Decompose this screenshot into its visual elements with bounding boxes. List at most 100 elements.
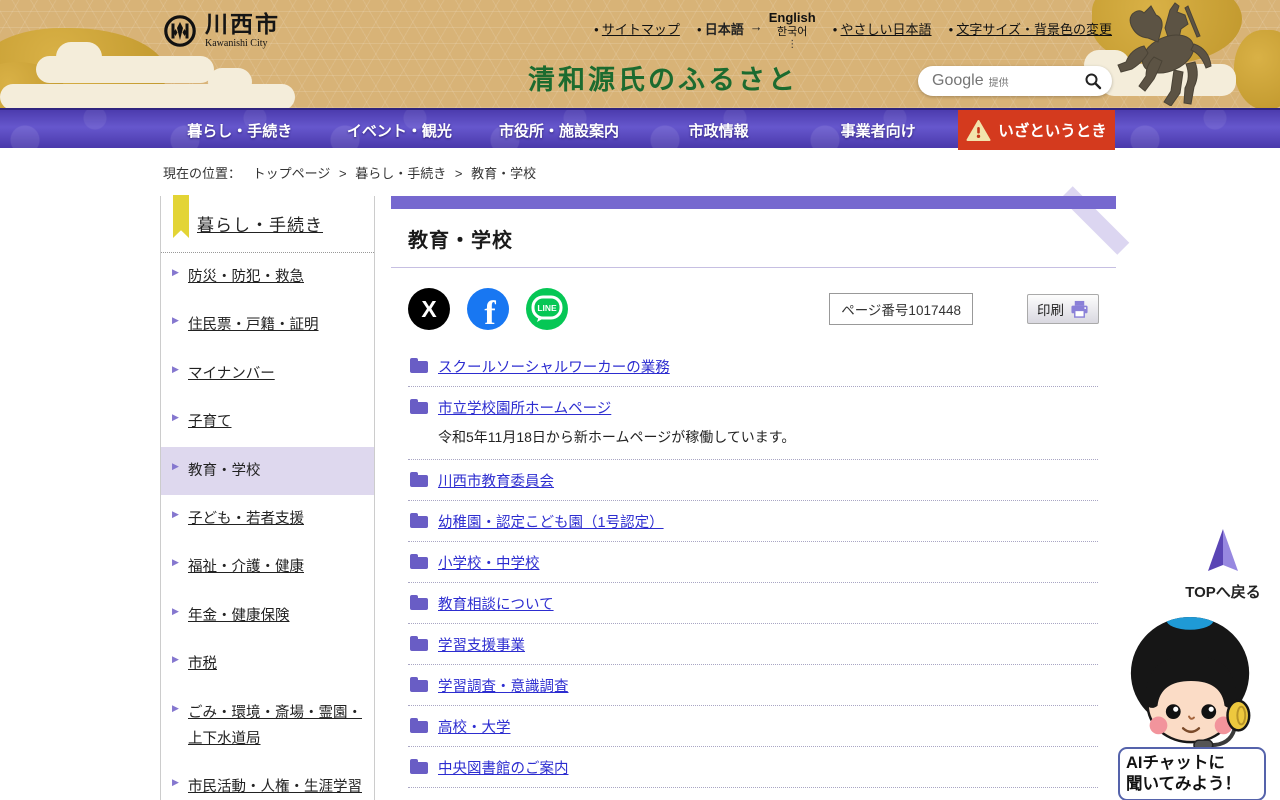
bullet-icon: ● [948,25,954,34]
gold-cloud-decoration [1234,30,1280,108]
breadcrumb-current: 教育・学校 [471,166,537,181]
facebook-icon: f [484,295,496,330]
main-nav-items: 暮らし・手続き イベント・観光 市役所・施設案内 市政情報 事業者向け [160,110,958,150]
main-nav-item[interactable]: 市政情報 [639,110,799,150]
samurai-statue-image [1117,2,1212,106]
line-share-button[interactable]: LINE [526,288,568,330]
breadcrumb-link-home[interactable]: トップページ [253,166,331,181]
triangle-bullet-icon: ▶ [172,460,179,471]
printer-icon [1071,300,1088,318]
main-nav-item[interactable]: 暮らし・手続き [160,110,320,150]
triangle-bullet-icon: ▶ [172,267,179,277]
svg-text:LINE: LINE [537,303,557,313]
display-settings-link[interactable]: 文字サイズ・背景色の変更 [956,22,1112,37]
search-icon [1085,73,1102,90]
site-header: 川西市 Kawanishi City ● サイトマップ ● 日本語 → Englis… [0,0,1280,108]
breadcrumb-separator: > [454,166,463,181]
back-to-top-button[interactable]: TOPへ戻る [1183,527,1263,602]
sidebar-header: 暮らし・手続き [161,195,374,253]
main-nav: 暮らし・手続き イベント・観光 市役所・施設案内 市政情報 事業者向け いざとい… [0,108,1280,150]
svg-text:X: X [421,296,437,322]
x-share-button[interactable]: X [408,288,450,330]
page-title: 教育・学校 [408,230,513,252]
category-link-item: 川西市教育委員会 [408,460,1098,501]
breadcrumb-prefix: 現在の位置： [163,166,242,181]
language-option-korean[interactable]: 한국어 [777,26,807,39]
page-tools: X f LINE ページ番号1017448 印刷 [408,288,1099,330]
category-link-item: 学習支援事業 [408,624,1098,665]
sidebar-item[interactable]: ▶ 住民票・戸籍・証明 [161,301,374,349]
sidebar-item[interactable]: ▶ 福祉・介護・健康 [161,543,374,591]
sidebar-item[interactable]: ▶ 防災・防犯・救急 [161,253,374,301]
page-number-badge: ページ番号1017448 [829,293,973,325]
search-button[interactable] [1082,70,1104,92]
bullet-icon: ● [594,25,599,34]
more-languages-icon[interactable]: ⋮ [787,39,797,51]
triangle-bullet-icon: ▶ [172,315,179,326]
sidebar-item[interactable]: ▶ 市民活動・人権・生涯学習 [161,763,374,800]
sitemap-link[interactable]: サイトマップ [602,22,680,37]
folder-icon [410,759,428,774]
folder-icon [410,358,428,373]
sidebar-item[interactable]: ▶ ごみ・環境・斎場・霊園・上下水道局 [161,689,374,764]
folder-icon [410,595,428,610]
language-switcher: ● 日本語 → English 한국어 ⋮ [696,10,816,51]
facebook-share-button[interactable]: f [467,288,509,330]
svg-text:f: f [484,295,496,330]
main-nav-item[interactable]: 事業者向け [798,110,958,150]
category-link-item: 学習調査・意識調査 [408,665,1098,706]
folder-icon [410,399,428,414]
main-content: 教育・学校 X f LINE ページ番号1017448 印刷 スクールソーシャル… [391,186,1130,800]
ai-chat-widget[interactable]: AIチャットに 聞いてみよう！ [1116,614,1268,800]
folder-icon [410,636,428,651]
category-link-item: 幼稚園・認定こども園（1号認定） [408,501,1098,542]
main-nav-item[interactable]: イベント・観光 [320,110,480,150]
category-link-item: 高校・大学 [408,706,1098,747]
search-provider-label: Google [932,72,984,89]
triangle-bullet-icon: ▶ [172,363,179,374]
ai-chat-character [1130,616,1251,751]
cream-cloud-decoration [36,56,214,83]
sidebar-item[interactable]: ▶ マイナンバー [161,350,374,398]
category-link-item: スクールソーシャルワーカーの業務 [408,346,1098,387]
accent-bar [391,196,1116,209]
triangle-bullet-icon: ▶ [172,508,179,519]
language-option-english[interactable]: English [769,10,816,26]
ai-chat-label[interactable]: AIチャットに 聞いてみよう！ [1118,747,1266,800]
utility-nav: ● サイトマップ ● 日本語 → English 한국어 ⋮ ● やさしい日本語 ● 文… [594,10,1112,51]
search-input[interactable]: Google 提供 [918,66,1112,96]
sidebar-title-link[interactable]: 暮らし・手続き [197,216,323,235]
breadcrumb: 現在の位置： トップページ > 暮らし・手続き > 教育・学校 [163,163,1280,182]
folder-icon [410,677,428,692]
bullet-icon: ● [696,25,702,34]
easy-japanese-link[interactable]: やさしい日本語 [841,22,932,37]
category-link-item: 小学校・中学校 [408,542,1098,583]
category-link-item: 中央図書館のご案内 [408,747,1098,788]
link-description: 令和5年11月18日から新ホームページが稼働しています。 [438,429,796,445]
city-name: 川西市 [205,11,280,37]
breadcrumb-link-kurashi[interactable]: 暮らし・手続き [355,166,446,181]
sidebar-item[interactable]: ▶ 市税 [161,640,374,688]
emergency-button[interactable]: いざというとき [958,110,1115,150]
cream-cloud-decoration [0,84,295,108]
print-button[interactable]: 印刷 [1027,294,1099,324]
bookmark-ribbon-icon [173,195,189,238]
sidebar-item[interactable]: ▶ 子育て [161,398,374,446]
sidebar-item[interactable]: ▶ 年金・健康保険 [161,592,374,640]
triangle-bullet-icon: ▶ [172,702,179,713]
share-buttons: X f LINE [408,288,568,330]
sidebar-item[interactable]: ▶ 教育・学校 [161,446,374,495]
triangle-bullet-icon: ▶ [172,654,179,665]
line-icon: LINE [531,295,563,322]
main-nav-item[interactable]: 市役所・施設案内 [479,110,639,150]
arrow-right-icon: → [749,19,763,34]
emergency-label: いざというとき [998,123,1107,140]
city-name-en: Kawanishi City [205,38,268,49]
city-logo[interactable]: 川西市 Kawanishi City [163,13,280,49]
current-language-label: 日本語 [704,22,744,37]
sidebar-item[interactable]: ▶ 子ども・若者支援 [161,495,374,543]
breadcrumb-separator: > [339,166,347,181]
folder-icon [410,513,428,528]
triangle-bullet-icon: ▶ [172,557,179,568]
city-crest-icon [164,15,196,47]
